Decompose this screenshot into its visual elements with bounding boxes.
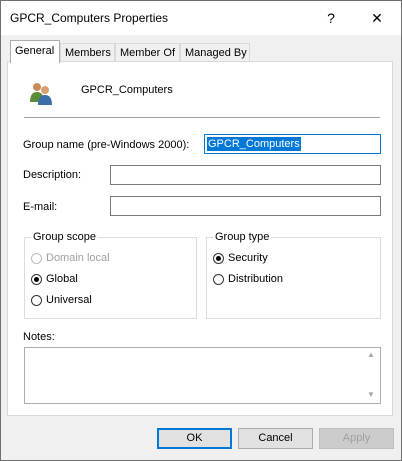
properties-dialog: GPCR_Computers Properties ? ✕ General Me…	[0, 0, 402, 461]
scope-global-radio[interactable]: Global	[31, 271, 78, 287]
group-type-box: Group type Security Distribution	[206, 231, 381, 319]
scope-domain-local-radio[interactable]: Domain local	[31, 250, 110, 266]
title-bar[interactable]: GPCR_Computers Properties ? ✕	[1, 1, 401, 35]
group-scope-title: Group scope	[31, 231, 98, 243]
pre2000-label: Group name (pre-Windows 2000):	[23, 139, 190, 151]
tab-label: Managed By	[185, 47, 247, 59]
group-users-icon	[30, 83, 52, 105]
radio-label: Universal	[46, 294, 92, 306]
tab-label: Member Of	[120, 47, 176, 59]
help-icon: ?	[327, 10, 335, 26]
type-security-radio[interactable]: Security	[213, 250, 268, 266]
tab-general[interactable]: General	[10, 40, 60, 63]
radio-button-icon	[31, 252, 42, 264]
pre2000-name-value: GPCR_Computers	[207, 137, 301, 151]
divider	[24, 117, 380, 118]
tab-managed-by[interactable]: Managed By	[180, 43, 250, 62]
help-button[interactable]: ?	[309, 1, 353, 35]
radio-button-icon	[31, 294, 42, 306]
close-button[interactable]: ✕	[355, 1, 399, 35]
window-title: GPCR_Computers Properties	[10, 11, 169, 25]
radio-label: Security	[228, 252, 268, 264]
tab-label: General	[15, 45, 55, 57]
radio-label: Global	[46, 273, 78, 285]
ok-button[interactable]: OK	[157, 428, 232, 449]
radio-button-icon	[31, 273, 42, 285]
close-icon: ✕	[371, 9, 383, 26]
email-input[interactable]	[110, 196, 381, 216]
notes-scrollbar[interactable]: ▲ ▼	[364, 348, 380, 403]
tab-label: Members	[65, 47, 111, 59]
type-distribution-radio[interactable]: Distribution	[213, 271, 283, 287]
notes-label: Notes:	[23, 331, 55, 343]
radio-button-icon	[213, 273, 224, 285]
cancel-button[interactable]: Cancel	[238, 428, 313, 449]
email-label: E-mail:	[23, 201, 58, 213]
notes-textarea[interactable]: ▲ ▼	[24, 347, 381, 404]
radio-label: Domain local	[46, 252, 110, 264]
general-tab-panel: GPCR_Computers Group name (pre-Windows 2…	[7, 61, 393, 416]
radio-label: Distribution	[228, 273, 284, 285]
description-input[interactable]	[110, 165, 381, 185]
tab-members[interactable]: Members	[60, 43, 115, 62]
pre2000-name-input[interactable]: GPCR_Computers	[204, 134, 381, 154]
group-scope-box: Group scope Domain local Global Universa…	[24, 231, 197, 319]
group-name-heading: GPCR_Computers	[81, 84, 173, 96]
apply-button[interactable]: Apply	[319, 428, 394, 449]
description-label: Description:	[23, 169, 82, 181]
radio-button-icon	[213, 252, 224, 264]
scope-universal-radio[interactable]: Universal	[31, 292, 92, 308]
tab-member-of[interactable]: Member Of	[115, 43, 180, 62]
group-type-title: Group type	[213, 231, 272, 243]
scroll-up-icon[interactable]: ▲	[367, 350, 375, 359]
scroll-down-icon[interactable]: ▼	[367, 390, 375, 399]
